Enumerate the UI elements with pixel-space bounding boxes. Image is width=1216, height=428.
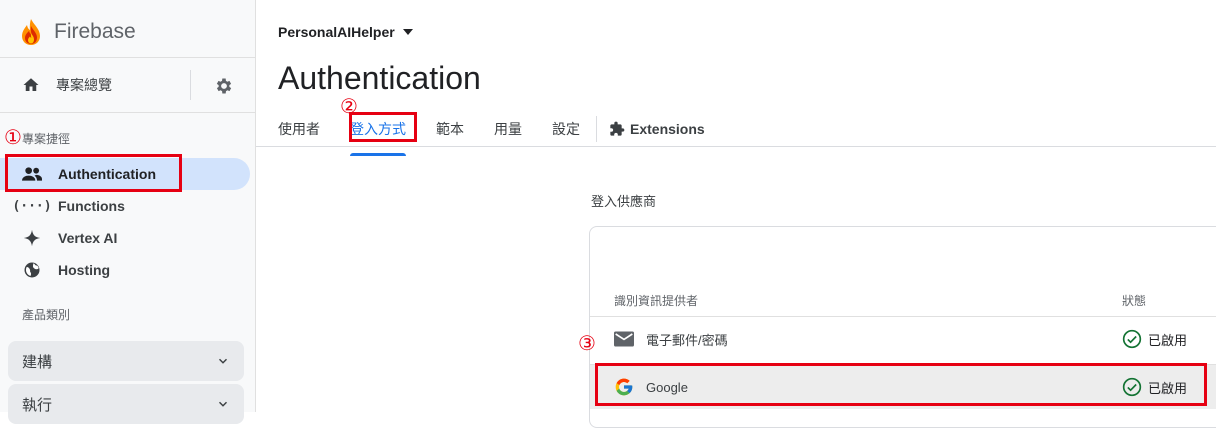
category-build[interactable]: 建構 bbox=[8, 341, 244, 381]
annotation-box-2 bbox=[349, 112, 417, 142]
providers-section-label: 登入供應商 bbox=[591, 194, 657, 209]
category-label: 建構 bbox=[22, 353, 53, 371]
annotation-box-3 bbox=[595, 363, 1207, 406]
tab-users[interactable]: 使用者 bbox=[278, 119, 320, 139]
divider bbox=[0, 112, 255, 113]
column-header-status: 狀態 bbox=[1122, 294, 1147, 308]
home-icon bbox=[23, 78, 39, 91]
divider bbox=[256, 146, 1216, 147]
project-selector[interactable]: PersonalAIHelper bbox=[278, 24, 413, 40]
tab-templates[interactable]: 範本 bbox=[436, 119, 464, 139]
sidebar-item-vertex-ai[interactable]: Vertex AI bbox=[0, 222, 250, 254]
sparkle-icon bbox=[22, 229, 42, 247]
divider bbox=[190, 70, 191, 100]
extensions-label: Extensions bbox=[630, 121, 705, 137]
category-run[interactable]: 執行 bbox=[8, 384, 244, 424]
page-title: Authentication bbox=[278, 60, 481, 96]
project-name: PersonalAIHelper bbox=[278, 24, 395, 40]
tab-settings[interactable]: 設定 bbox=[552, 119, 580, 139]
status-badge: 已啟用 bbox=[1122, 329, 1187, 349]
tab-usage[interactable]: 用量 bbox=[494, 119, 522, 139]
globe-icon bbox=[22, 261, 42, 279]
gear-icon bbox=[216, 78, 232, 94]
settings-button[interactable] bbox=[214, 76, 234, 101]
sidebar: Firebase 專案總覽 專案捷徑 Authentication (···) … bbox=[0, 0, 256, 424]
functions-icon: (···) bbox=[12, 198, 52, 214]
divider bbox=[0, 57, 255, 58]
annotation-marker-3: ③ bbox=[578, 331, 596, 355]
column-header-provider: 識別資訊提供者 bbox=[614, 294, 699, 308]
mail-icon bbox=[614, 331, 634, 347]
firebase-flame-icon bbox=[22, 19, 40, 45]
project-overview-link[interactable]: 專案總覽 bbox=[22, 75, 112, 95]
sidebar-item-label: Functions bbox=[58, 198, 125, 214]
sidebar-item-functions[interactable]: (···) Functions bbox=[0, 190, 250, 222]
chevron-down-icon bbox=[218, 401, 228, 407]
status-text: 已啟用 bbox=[1148, 332, 1188, 348]
main-content: PersonalAIHelper Authentication 使用者 登入方式… bbox=[256, 0, 1216, 428]
firebase-logo[interactable]: Firebase bbox=[20, 18, 136, 46]
check-circle-icon bbox=[1122, 329, 1142, 349]
category-label: 執行 bbox=[22, 396, 53, 414]
chevron-down-icon bbox=[218, 358, 228, 364]
caret-down-icon bbox=[402, 29, 413, 35]
tab-extensions[interactable]: Extensions bbox=[609, 121, 705, 137]
brand-name: Firebase bbox=[54, 20, 136, 43]
shortcuts-section-label: 專案捷徑 bbox=[22, 132, 71, 146]
sidebar-item-label: Hosting bbox=[58, 262, 111, 278]
divider bbox=[596, 116, 597, 142]
table-row[interactable]: 電子郵件/密碼 已啟用 bbox=[590, 316, 1216, 361]
sidebar-item-label: Vertex AI bbox=[58, 230, 118, 246]
sidebar-item-hosting[interactable]: Hosting bbox=[0, 254, 250, 286]
tab-bar: 使用者 登入方式 範本 用量 設定 Extensions bbox=[278, 116, 705, 156]
provider-name: 電子郵件/密碼 bbox=[646, 332, 728, 348]
annotation-marker-2: ② bbox=[340, 94, 358, 118]
project-overview-label: 專案總覽 bbox=[56, 77, 112, 93]
categories-section-label: 產品類別 bbox=[22, 308, 71, 322]
puzzle-icon bbox=[610, 121, 625, 136]
annotation-marker-1: ① bbox=[4, 125, 22, 149]
annotation-box-1 bbox=[5, 154, 182, 192]
